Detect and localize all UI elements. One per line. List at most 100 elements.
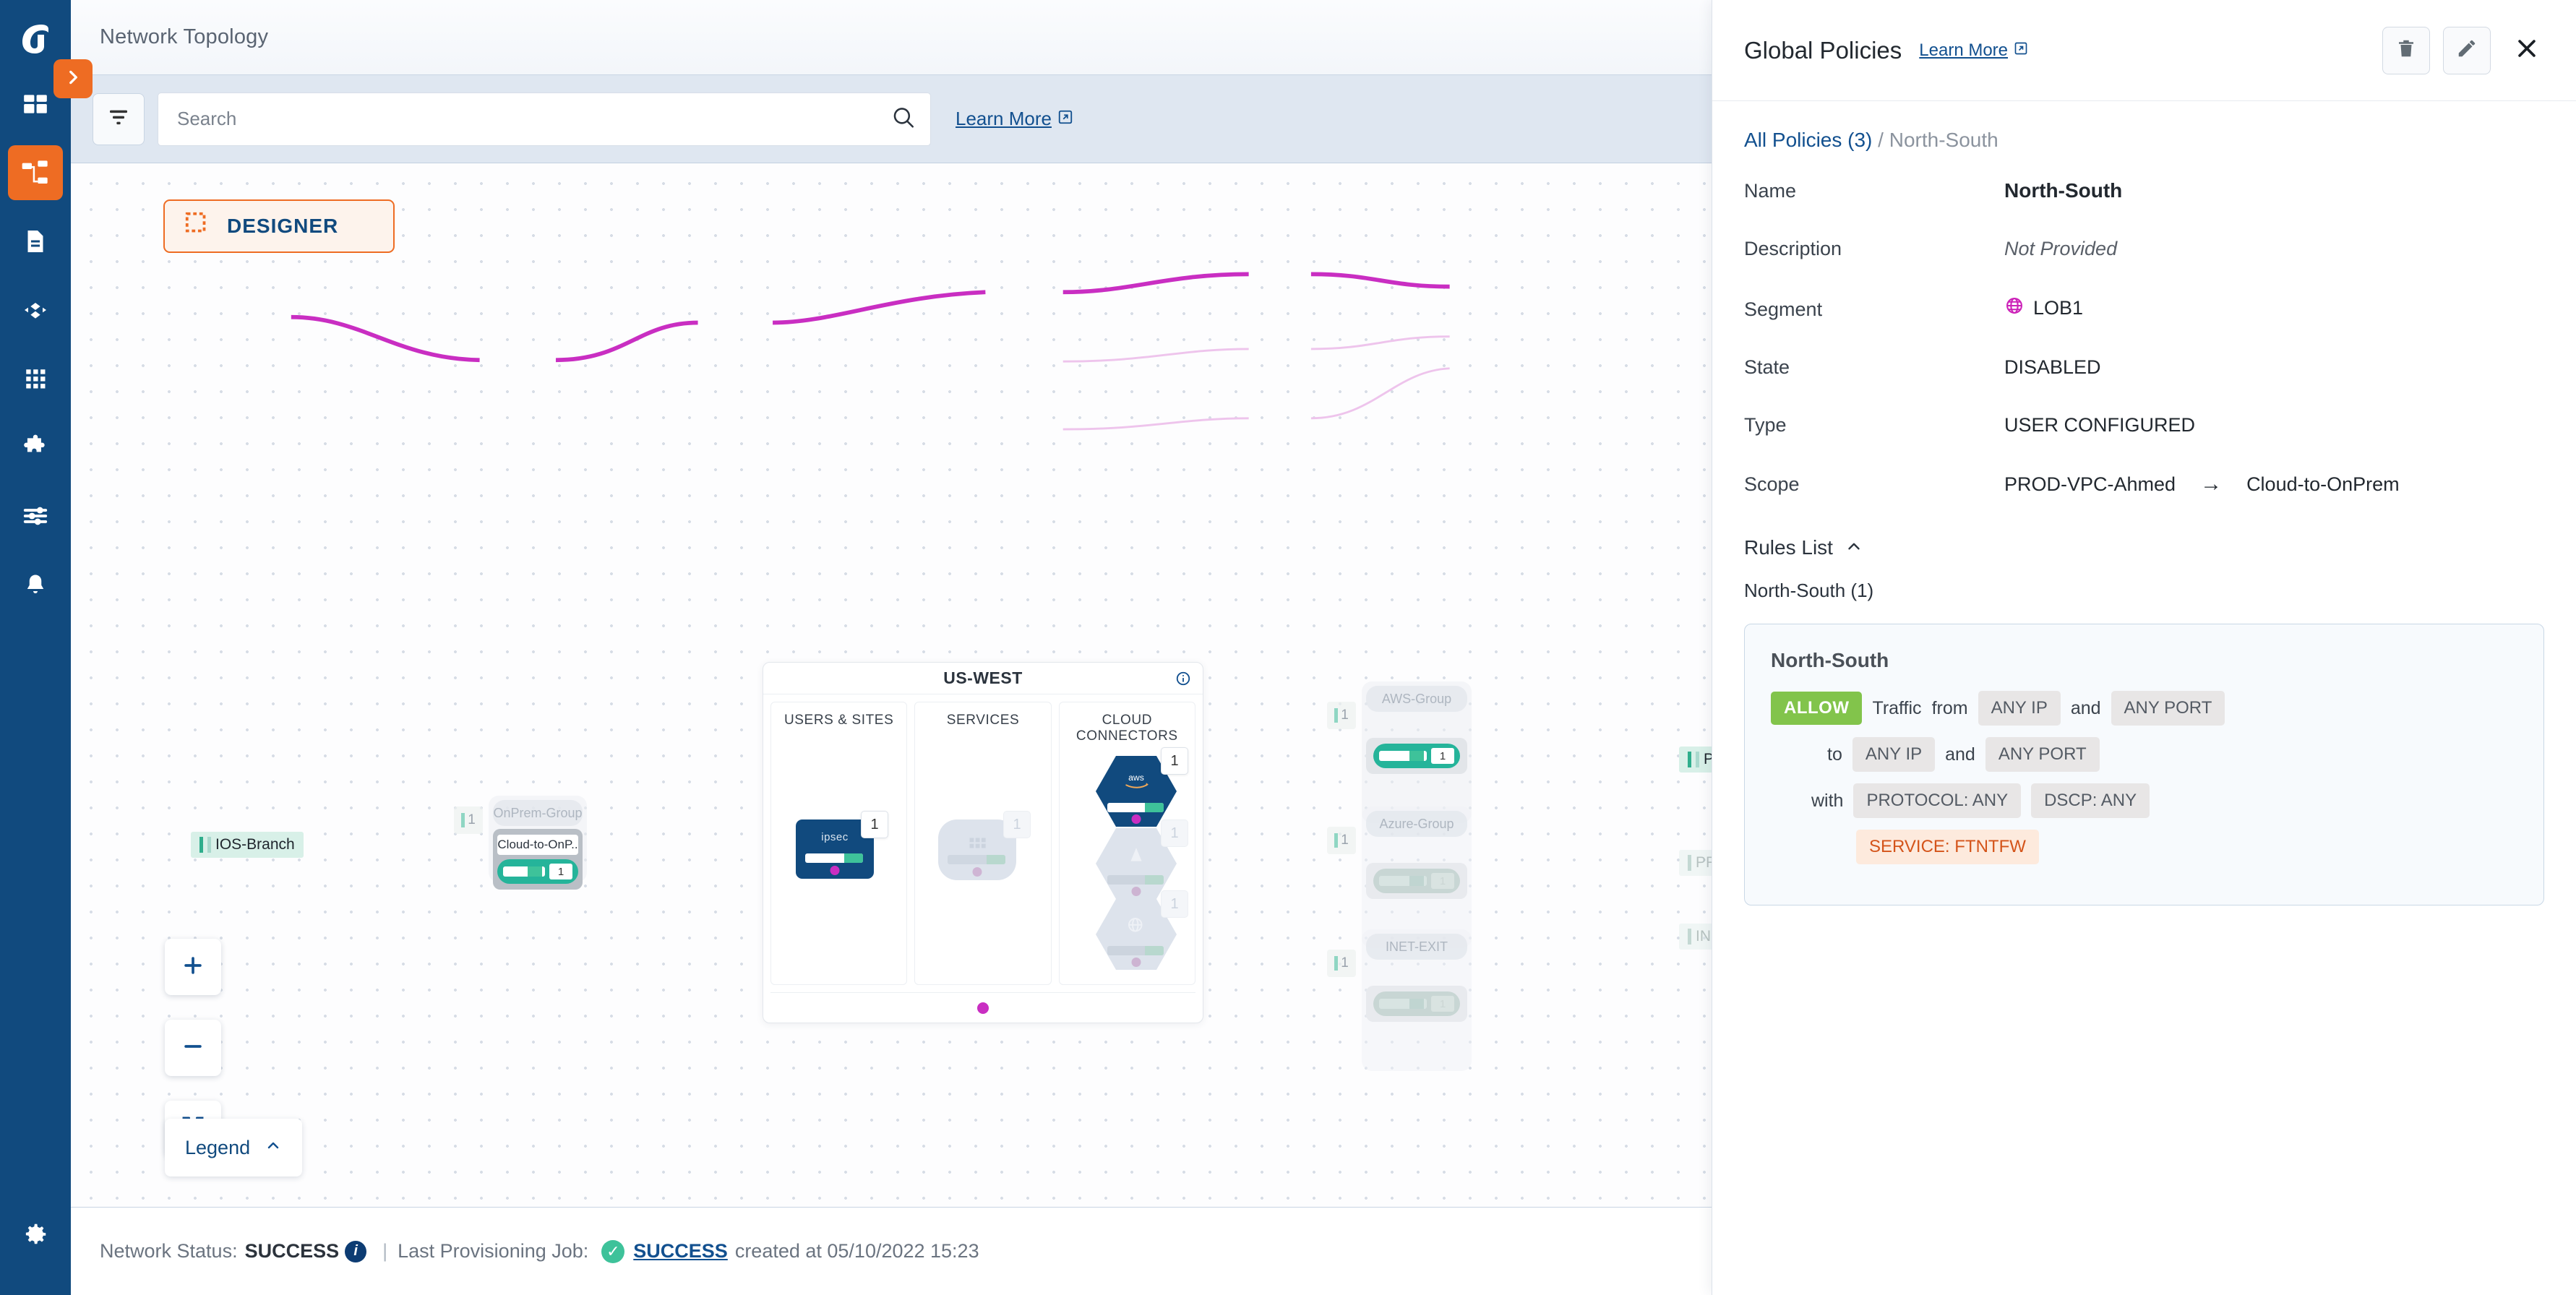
field-segment-label: Segment [1744,298,1823,320]
endpoint-prod-vpc[interactable]: PROD-VPC-A.. [1679,747,1712,773]
rule-word-and-1: and [2070,697,2101,718]
search-box[interactable] [158,92,931,146]
close-panel-button[interactable] [2507,30,2547,71]
group-onprem-count-label: 1 [468,812,476,827]
info-icon[interactable] [1175,671,1191,690]
rule-word-traffic: Traffic [1872,697,1922,718]
field-description: Description Not Provided [1744,238,2544,260]
bell-icon [22,572,48,598]
gear-icon [22,1221,49,1248]
panel-title: Global Policies [1744,36,1902,64]
endpoint-marker-icon-2 [1696,752,1699,767]
puzzle-icon [22,434,49,461]
node-segment-dot-icon [972,867,982,877]
group-inet-exit-count: 1 [1327,950,1356,977]
rule-card[interactable]: North-South ALLOW Traffic from ANY IP an… [1744,624,2544,905]
last-provisioning-job-label: Last Provisioning Job: [398,1240,589,1262]
field-segment-value: LOB1 [2033,297,2084,319]
plus-icon [181,953,205,981]
info-icon[interactable]: i [345,1240,367,1262]
arista-logo[interactable] [14,17,57,61]
endpoint-label: PROD-Ahmed.. [1696,854,1712,871]
chevron-right-icon [64,68,82,90]
group-aws[interactable]: AWS-Group 1 [1362,681,1472,823]
sidebar-item-settings-sliders[interactable] [8,489,63,543]
endpoint-prod-ahmed[interactable]: PROD-Ahmed.. [1679,850,1712,876]
endpoint-ios-branch[interactable]: IOS-Branch [191,832,304,858]
breadcrumb: All Policies (3) / North-South [1712,101,2576,152]
rule-dst-port-chip: ANY PORT [1985,737,2100,772]
group-azure-body: 1 [1366,863,1467,899]
group-azure-count: 1 [1327,827,1356,854]
group-onprem[interactable]: OnPrem-Group Cloud-to-OnP.. 1 [489,796,587,890]
delete-policy-button[interactable] [2382,26,2430,74]
group-azure[interactable]: Azure-Group 1 [1362,806,1472,948]
rule-word-and-2: and [1945,744,1975,765]
field-state-value: DISABLED [2004,356,2101,378]
group-azure-pill[interactable]: 1 [1373,869,1460,893]
expand-nav-tab[interactable] [53,59,93,98]
node-aws-badge: 1 [1161,747,1188,775]
trash-icon [2395,38,2417,63]
globe-search-icon [1096,915,1177,940]
filter-button[interactable] [93,92,145,145]
rule-service-chip: SERVICE: FTNTFW [1856,830,2039,864]
node-health-bar [1107,875,1164,885]
sidebar-item-inventory[interactable] [8,214,63,269]
pill-count: 1 [1431,748,1454,764]
endpoint-label: PROD-VPC-A.. [1704,751,1712,767]
group-inet-exit-pill[interactable]: 1 [1373,991,1460,1016]
rule-dst-ip-chip: ANY IP [1852,737,1936,772]
search-icon[interactable] [891,105,916,133]
endpoint-inet[interactable]: INET [1679,924,1712,950]
sidebar-item-topology[interactable] [8,145,63,200]
main-area: Network Topology Learn More [71,0,1712,1295]
document-icon [22,228,48,254]
toolbar-learn-more-link[interactable]: Learn More [956,108,1073,130]
status-divider: | [382,1240,388,1262]
node-internet-badge: 1 [1161,890,1188,918]
endpoint-marker-icon [1688,855,1691,871]
endpoint-label: INET [1696,928,1712,945]
group-aws-count: 1 [1327,702,1356,729]
field-description-value: Not Provided [2004,238,2118,259]
breadcrumb-all-policies-link[interactable]: All Policies (3) [1744,129,1872,151]
node-health-bar [1107,803,1164,812]
field-scope-value-wrap: PROD-VPC-Ahmed → Cloud-to-OnPrem [2004,472,2400,496]
rule-line-to: to ANY IP and ANY PORT [1827,737,2517,772]
job-status-link[interactable]: SUCCESS [633,1240,728,1262]
sidebar-item-settings[interactable] [8,1207,63,1262]
toolbar: Learn More [71,75,1712,163]
search-input[interactable] [158,92,930,145]
sidebar-item-alerts[interactable] [8,557,63,612]
diamond-flow-icon [21,296,50,324]
left-nav-rail [0,0,71,1295]
group-onprem-pill[interactable]: 1 [497,859,578,884]
legend-button[interactable]: Legend [165,1119,303,1176]
node-segment-dot-icon [1131,958,1141,967]
endpoint-marker-icon [199,837,203,853]
sidebar-item-traffic[interactable] [8,283,63,337]
globe-icon [2004,296,2025,321]
field-name-label: Name [1744,180,1797,202]
toolbar-learn-more-label: Learn More [956,108,1052,129]
endpoint-marker-icon [1688,752,1691,767]
edit-policy-button[interactable] [2443,26,2491,74]
sidebar-item-integrations[interactable] [8,420,63,475]
chevron-up-icon[interactable] [1845,537,1863,559]
node-ipsec-badge: 1 [861,811,888,838]
group-aws-pill[interactable]: 1 [1373,744,1460,768]
zoom-out-button[interactable] [165,1020,221,1076]
panel-learn-more-link[interactable]: Learn More [1919,40,2028,61]
group-inet-exit[interactable]: INET-EXIT 1 [1362,929,1472,1071]
panel-learn-more-label: Learn More [1919,40,2009,60]
rules-list-header[interactable]: Rules List [1712,532,2576,559]
legend-label: Legend [185,1136,251,1158]
sidebar-item-apps[interactable] [8,351,63,406]
node-segment-dot-icon [1131,814,1141,824]
chevron-up-icon [265,1137,282,1159]
svg-text:aws: aws [1128,773,1144,783]
pill-health-bar [503,866,545,877]
zoom-in-button[interactable] [165,939,221,995]
topology-canvas[interactable]: DESIGNER US-WEST USERS & SITES SERVICES … [71,163,1712,1207]
